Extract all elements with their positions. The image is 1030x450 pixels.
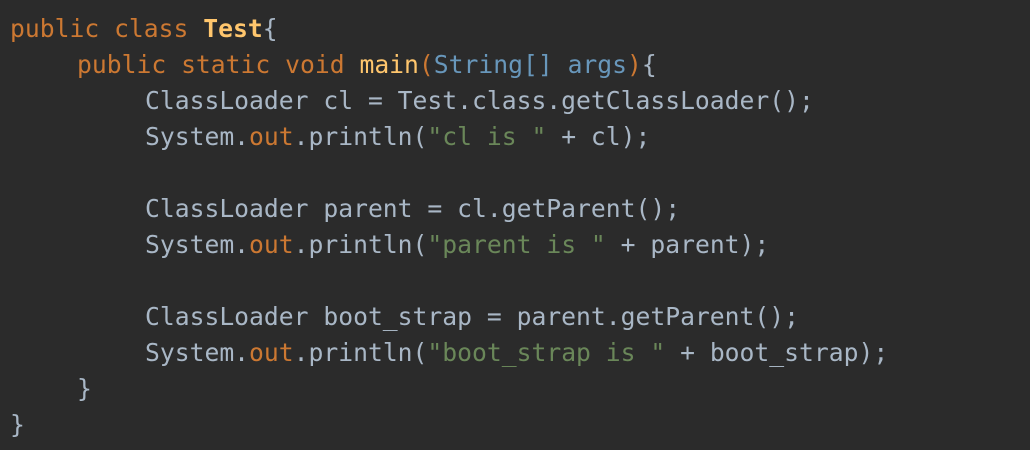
code-token-plain: .println( [293,122,428,151]
code-token-keyword: void [285,50,345,79]
code-token-plain: ClassLoader boot_strap = parent.getParen… [145,302,799,331]
code-token-plain: System. [145,122,250,151]
code-token-string: "cl is " [427,122,547,151]
code-token-plain: System. [145,338,250,367]
code-token-string: "boot_strap is " [427,338,666,367]
code-token-plain: .println( [293,338,428,367]
code-line[interactable]: } [0,407,1030,443]
code-token-keyword: public [10,14,100,43]
code-token-method: main [359,50,419,79]
code-line[interactable]: System.out.println("boot_strap is " + bo… [0,335,1030,371]
code-line[interactable]: System.out.println("cl is " + cl); [0,119,1030,155]
code-line[interactable]: public static void main(String[] args){ [0,47,1030,83]
code-token-param: args [567,50,628,79]
code-line[interactable] [0,155,1030,191]
code-token-keyword: public [77,50,167,79]
code-line[interactable]: System.out.println("parent is " + parent… [0,227,1030,263]
code-token-plain: + boot_strap); [665,338,889,367]
code-token-paren: ) [627,50,642,79]
code-token-plain: .println( [293,230,428,259]
code-token-field: out [249,338,294,367]
code-line[interactable]: } [0,371,1030,407]
code-token-brace: { [262,14,278,43]
code-token-type: String[] [433,50,553,79]
code-token-keyword: class [114,14,189,43]
code-editor[interactable]: public class Test{public static void mai… [0,0,1030,450]
code-token-brace: } [77,374,92,403]
code-line[interactable]: ClassLoader cl = Test.class.getClassLoad… [0,83,1030,119]
code-token-plain: + cl); [546,122,651,151]
code-token-brace: } [10,410,25,439]
code-line[interactable]: ClassLoader parent = cl.getParent(); [0,191,1030,227]
code-token-plain: System. [145,230,250,259]
code-token-plain: ClassLoader parent = cl.getParent(); [145,194,681,223]
code-token-string: "parent is " [427,230,606,259]
code-line[interactable]: ClassLoader boot_strap = parent.getParen… [0,299,1030,335]
code-token-plain: + parent); [605,230,770,259]
code-line[interactable] [0,263,1030,299]
code-token-keyword: static [181,50,271,79]
code-token-paren: ( [418,50,434,79]
code-token-classname: Test [203,14,263,43]
code-token-plain: ClassLoader cl = Test.class.getClassLoad… [145,86,814,115]
code-token-brace: { [641,50,657,79]
code-token-field: out [249,230,294,259]
code-line[interactable]: public class Test{ [0,11,1030,47]
code-token-field: out [249,122,294,151]
